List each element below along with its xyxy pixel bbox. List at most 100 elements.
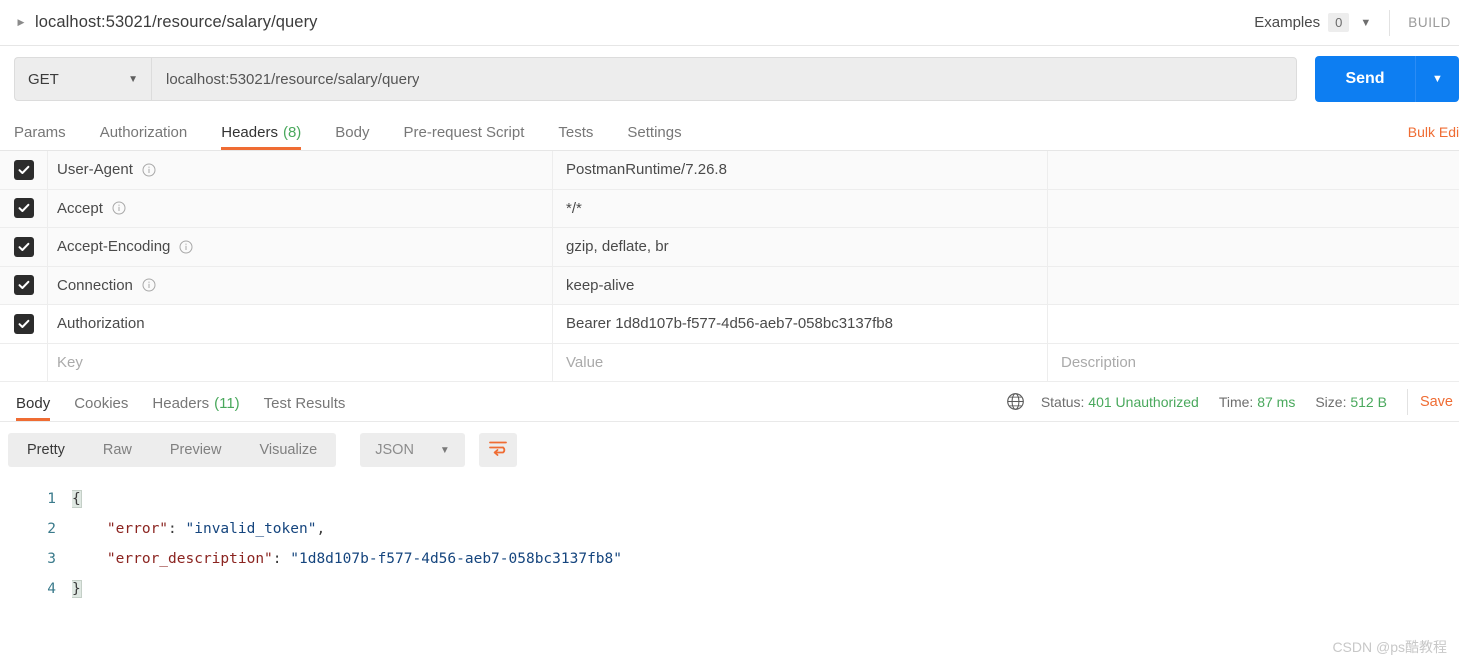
build-button[interactable]: BUILD <box>1408 15 1459 30</box>
header-description-cell[interactable] <box>1048 267 1459 305</box>
response-tab-test-results[interactable]: Test Results <box>252 395 358 421</box>
method-select[interactable]: GET ▼ <box>14 57 151 101</box>
header-key-cell[interactable]: Accept-Encoding <box>48 228 553 266</box>
response-tab-cookies[interactable]: Cookies <box>62 395 140 421</box>
code-line: } <box>72 574 1459 604</box>
colon: : <box>168 521 186 537</box>
globe-icon[interactable] <box>1006 392 1025 411</box>
response-tab-headers[interactable]: Headers (11) <box>140 395 251 421</box>
header-key-cell[interactable]: User-Agent <box>48 151 553 189</box>
new-header-description-cell[interactable]: Description <box>1048 344 1459 382</box>
checkbox-checked[interactable] <box>13 275 34 296</box>
tab-authorization[interactable]: Authorization <box>83 124 205 150</box>
json-key: "error" <box>106 521 169 537</box>
header-key-cell[interactable]: Authorization <box>48 305 553 343</box>
response-meta: Status: 401 Unauthorized Time: 87 ms Siz… <box>1006 388 1459 415</box>
header-key-cell[interactable]: Accept <box>48 189 553 227</box>
tab-headers[interactable]: Headers (8) <box>204 124 318 150</box>
close-brace: } <box>72 580 82 598</box>
time-value: 87 ms <box>1257 393 1296 410</box>
header-key-cell[interactable]: Connection <box>48 266 553 304</box>
tab-count: (11) <box>214 395 240 412</box>
value-placeholder: Value <box>566 353 604 371</box>
table-row[interactable]: User-Agent PostmanRuntime/7.26.8 <box>0 151 1459 190</box>
table-row[interactable]: Accept-Encoding gzip, deflate, br <box>0 228 1459 267</box>
send-button[interactable]: Send <box>1315 56 1415 102</box>
info-icon[interactable] <box>179 240 193 254</box>
line-number: 2 <box>47 521 56 537</box>
checkbox-checked[interactable] <box>13 159 34 180</box>
checkbox-checked[interactable] <box>13 313 34 334</box>
checkbox-checked[interactable] <box>13 236 34 257</box>
size-value: 512 B <box>1350 393 1387 410</box>
json-value: "invalid_token" <box>185 521 317 537</box>
header-value-cell[interactable]: */* <box>553 189 1048 227</box>
info-icon[interactable] <box>142 163 156 177</box>
header-value-cell[interactable]: gzip, deflate, br <box>553 228 1048 266</box>
info-icon[interactable] <box>142 278 156 292</box>
table-row-new[interactable]: Key Value Description <box>0 343 1459 382</box>
new-header-value-cell[interactable]: Value <box>553 343 1048 381</box>
word-wrap-icon <box>488 439 508 462</box>
format-preview-button[interactable]: Preview <box>151 433 241 467</box>
tab-label: Headers <box>152 395 210 412</box>
header-value-cell[interactable]: keep-alive <box>553 266 1048 304</box>
tab-settings[interactable]: Settings <box>610 124 698 150</box>
table-row[interactable]: Accept */* <box>0 189 1459 228</box>
code-line: "error_description": "1d8d107b-f577-4d56… <box>72 544 1459 574</box>
language-value: JSON <box>375 442 414 458</box>
checkbox-checked[interactable] <box>13 198 34 219</box>
header-value-cell[interactable]: Bearer 1d8d107b-f577-4d56-aeb7-058bc3137… <box>553 305 1048 343</box>
tab-label: Pre-request Script <box>403 124 525 141</box>
table-row[interactable]: Authorization Bearer 1d8d107b-f577-4d56-… <box>0 305 1459 344</box>
row-checkbox-cell <box>0 343 48 381</box>
header-description-cell[interactable] <box>1048 151 1459 189</box>
json-value: "1d8d107b-f577-4d56-aeb7-058bc3137fb8" <box>290 551 622 567</box>
row-checkbox-cell <box>0 305 48 343</box>
tab-label: Params <box>14 124 66 141</box>
tab-tests[interactable]: Tests <box>541 124 610 150</box>
open-brace: { <box>72 490 82 508</box>
page-title: localhost:53021/resource/salary/query <box>35 13 318 31</box>
header-value-cell[interactable]: PostmanRuntime/7.26.8 <box>553 151 1048 189</box>
tab-label: Tests <box>558 124 594 141</box>
url-input[interactable]: localhost:53021/resource/salary/query <box>151 57 1297 101</box>
response-body-viewer[interactable]: 1 2 3 4 { "error": "invalid_token", "err… <box>0 478 1459 604</box>
chevron-down-icon: ▼ <box>439 444 450 456</box>
new-header-key-cell[interactable]: Key <box>48 343 553 381</box>
table-row[interactable]: Connection keep-alive <box>0 266 1459 305</box>
code-lines: { "error": "invalid_token", "error_descr… <box>72 484 1459 604</box>
format-visualize-button[interactable]: Visualize <box>240 433 336 467</box>
response-tabs-bar: Body Cookies Headers (11) Test Results St… <box>0 382 1459 422</box>
divider <box>1406 388 1408 415</box>
tab-params[interactable]: Params <box>14 124 83 150</box>
description-placeholder: Description <box>1061 353 1137 371</box>
header-key: Authorization <box>57 315 145 333</box>
header-description-cell[interactable] <box>1048 190 1459 228</box>
line-number: 1 <box>47 491 56 507</box>
tab-pre-request-script[interactable]: Pre-request Script <box>387 124 542 150</box>
time-label: Time: <box>1218 393 1254 410</box>
word-wrap-button[interactable] <box>478 433 517 467</box>
language-select[interactable]: JSON ▼ <box>360 433 465 467</box>
header-value: Bearer 1d8d107b-f577-4d56-aeb7-058bc3137… <box>566 315 893 333</box>
response-tab-body[interactable]: Body <box>4 395 62 421</box>
tab-label: Body <box>16 395 51 412</box>
header-description-cell[interactable] <box>1048 305 1459 343</box>
header-value: */* <box>566 199 582 217</box>
format-raw-button[interactable]: Raw <box>84 433 151 467</box>
save-response-button[interactable]: Save <box>1420 394 1459 410</box>
request-tabs: Params Authorization Headers (8) Body Pre… <box>0 112 1459 150</box>
watermark: CSDN @ps酷教程 <box>1332 639 1447 655</box>
tab-body[interactable]: Body <box>318 124 386 150</box>
bulk-edit-button[interactable]: Bulk Edit <box>1408 124 1459 140</box>
chevron-down-icon[interactable]: ▼ <box>1360 17 1371 29</box>
header-description-cell[interactable] <box>1048 228 1459 266</box>
header-key: Connection <box>57 276 133 294</box>
response-tabs: Body Cookies Headers (11) Test Results <box>0 382 357 421</box>
format-pretty-button[interactable]: Pretty <box>8 433 84 467</box>
send-options-button[interactable]: ▼ <box>1415 56 1459 102</box>
triangle-right-icon[interactable]: ▶ <box>14 16 28 30</box>
header-value: gzip, deflate, br <box>566 238 669 256</box>
info-icon[interactable] <box>112 201 126 215</box>
